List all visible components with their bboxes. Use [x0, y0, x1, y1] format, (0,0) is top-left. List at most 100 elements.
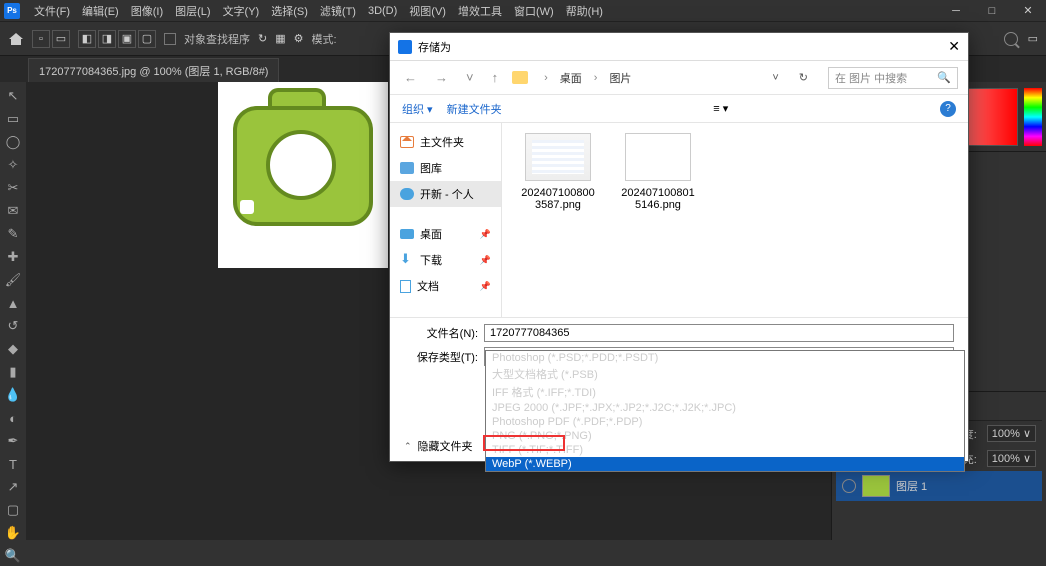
document-canvas[interactable]: [218, 82, 388, 268]
visibility-toggle[interactable]: [842, 479, 856, 493]
hide-folders[interactable]: 隐藏文件夹: [418, 438, 473, 454]
nav-forward[interactable]: →: [431, 70, 452, 85]
menu-file[interactable]: 文件(F): [28, 3, 76, 19]
hue-slider[interactable]: [1024, 88, 1042, 146]
organize-button[interactable]: 组织 ▾: [402, 101, 433, 117]
tool-preset-1[interactable]: ▫: [32, 30, 50, 48]
nav-refresh[interactable]: ↻: [799, 71, 808, 84]
pin-icon: 📌: [480, 281, 491, 292]
option-jp2[interactable]: JPEG 2000 (*.JPF;*.JPX;*.JP2;*.J2C;*.J2K…: [486, 401, 964, 415]
filename-input[interactable]: [484, 324, 954, 342]
menu-help[interactable]: 帮助(H): [560, 3, 609, 19]
window-maximize[interactable]: □: [974, 0, 1010, 22]
expand-icon[interactable]: ⌃: [404, 441, 412, 452]
file-item[interactable]: 202407100801 5146.png: [618, 133, 698, 211]
menu-select[interactable]: 选择(S): [265, 3, 314, 19]
menu-layer[interactable]: 图层(L): [169, 3, 216, 19]
crumb-sub[interactable]: 图片: [609, 70, 631, 86]
camera-icon-lens: [266, 130, 336, 200]
history-tool[interactable]: ↺: [3, 316, 23, 336]
layer-item[interactable]: 图层 1: [836, 471, 1042, 501]
blur-tool[interactable]: 💧: [3, 385, 23, 405]
heal-tool[interactable]: ✚: [3, 247, 23, 267]
window-close[interactable]: ✕: [1010, 0, 1046, 22]
crop-tool[interactable]: ✂: [3, 178, 23, 198]
home-icon[interactable]: [8, 31, 24, 47]
nav-dropdown[interactable]: ˅: [462, 70, 478, 85]
eraser-tool[interactable]: ◆: [3, 339, 23, 359]
new-folder-button[interactable]: 新建文件夹: [447, 101, 502, 117]
option-tiff[interactable]: TIFF (*.TIF;*.TIFF): [486, 443, 964, 457]
file-item[interactable]: 202407100800 3587.png: [518, 133, 598, 211]
lasso-tool[interactable]: ◯: [3, 132, 23, 152]
opacity-value[interactable]: 100%∨: [987, 425, 1036, 442]
gradient-tool[interactable]: ▮: [3, 362, 23, 382]
gear-icon[interactable]: ⚙: [294, 32, 304, 45]
window-minimize[interactable]: ─: [938, 0, 974, 22]
option-psb[interactable]: 大型文档格式 (*.PSB): [486, 365, 964, 383]
menu-edit[interactable]: 编辑(E): [76, 3, 125, 19]
marquee-tool[interactable]: ▭: [3, 109, 23, 129]
menu-plugins[interactable]: 增效工具: [452, 3, 508, 19]
hand-tool[interactable]: ✋: [3, 523, 23, 543]
selection-add[interactable]: ◨: [98, 30, 116, 48]
frame-tool[interactable]: ✉: [3, 201, 23, 221]
side-gallery[interactable]: 图库: [390, 155, 501, 181]
dodge-tool[interactable]: ◐: [3, 408, 23, 428]
pin-icon: 📌: [480, 229, 491, 240]
selection-new[interactable]: ◧: [78, 30, 96, 48]
menu-3d[interactable]: 3D(D): [362, 5, 403, 17]
side-cloud[interactable]: 开新 - 个人: [390, 181, 501, 207]
nav-back[interactable]: ←: [400, 70, 421, 85]
selection-sub[interactable]: ▣: [118, 30, 136, 48]
side-home[interactable]: 主文件夹: [390, 129, 501, 155]
refresh-icon[interactable]: ↻: [258, 32, 267, 45]
menu-window[interactable]: 窗口(W): [508, 3, 560, 19]
dialog-close[interactable]: ✕: [948, 38, 960, 55]
pen-tool[interactable]: ✒: [3, 431, 23, 451]
side-downloads[interactable]: ⬇下载📌: [390, 247, 501, 273]
nav-up[interactable]: ↑: [488, 70, 503, 85]
wand-tool[interactable]: ✧: [3, 155, 23, 175]
filename-label: 文件名(N):: [404, 325, 478, 341]
side-desktop[interactable]: 桌面📌: [390, 221, 501, 247]
search-icon[interactable]: [1004, 32, 1018, 46]
menu-image[interactable]: 图像(I): [125, 3, 169, 19]
eyedropper-tool[interactable]: ✎: [3, 224, 23, 244]
side-documents[interactable]: 文档📌: [390, 273, 501, 299]
view-mode-button[interactable]: ≡ ▾: [713, 102, 728, 115]
tool-preset-2[interactable]: ▭: [52, 30, 70, 48]
camera-icon-notch: [240, 200, 254, 214]
option-webp[interactable]: WebP (*.WEBP): [486, 457, 964, 471]
document-tab[interactable]: 1720777084365.jpg @ 100% (图层 1, RGB/8#): [28, 58, 279, 82]
option-psd[interactable]: Photoshop (*.PSD;*.PDD;*.PSDT): [486, 351, 964, 365]
file-name: 202407100801 5146.png: [618, 187, 698, 211]
pin-icon: 📌: [480, 255, 491, 266]
move-tool[interactable]: ↖: [3, 86, 23, 106]
selection-int[interactable]: ▢: [138, 30, 156, 48]
menu-view[interactable]: 视图(V): [403, 3, 452, 19]
sidebar: 主文件夹 图库 开新 - 个人 桌面📌 ⬇下载📌 文档📌: [390, 123, 502, 317]
brush-tool[interactable]: 🖌: [3, 270, 23, 290]
zoom-tool[interactable]: 🔍: [3, 546, 23, 566]
file-browser: 202407100800 3587.png 202407100801 5146.…: [502, 123, 968, 317]
option-pdf[interactable]: Photoshop PDF (*.PDF;*.PDP): [486, 415, 964, 429]
crumb-root[interactable]: 桌面: [560, 70, 582, 86]
help-icon[interactable]: ?: [940, 101, 956, 117]
overlay-icon[interactable]: ▦: [275, 32, 285, 45]
text-tool[interactable]: T: [3, 454, 23, 474]
stamp-tool[interactable]: ▲: [3, 293, 23, 313]
option-png[interactable]: PNG (*.PNG;*.PNG): [486, 429, 964, 443]
toolbox: ↖ ▭ ◯ ✧ ✂ ✉ ✎ ✚ 🖌 ▲ ↺ ◆ ▮ 💧 ◐ ✒ T ↗ ▢ ✋ …: [0, 82, 26, 566]
shape-tool[interactable]: ▢: [3, 500, 23, 520]
menu-filter[interactable]: 滤镜(T): [314, 3, 362, 19]
crumb-expand[interactable]: ˅: [772, 72, 778, 84]
object-finder-checkbox[interactable]: [164, 33, 176, 45]
path-tool[interactable]: ↗: [3, 477, 23, 497]
workspace-icon[interactable]: ▭: [1028, 32, 1038, 45]
menu-text[interactable]: 文字(Y): [217, 3, 266, 19]
search-input[interactable]: 在 图片 中搜索 🔍: [828, 67, 958, 89]
fill-value[interactable]: 100%∨: [987, 450, 1036, 467]
option-iff[interactable]: IFF 格式 (*.IFF;*.TDI): [486, 383, 964, 401]
dialog-app-icon: [398, 40, 412, 54]
